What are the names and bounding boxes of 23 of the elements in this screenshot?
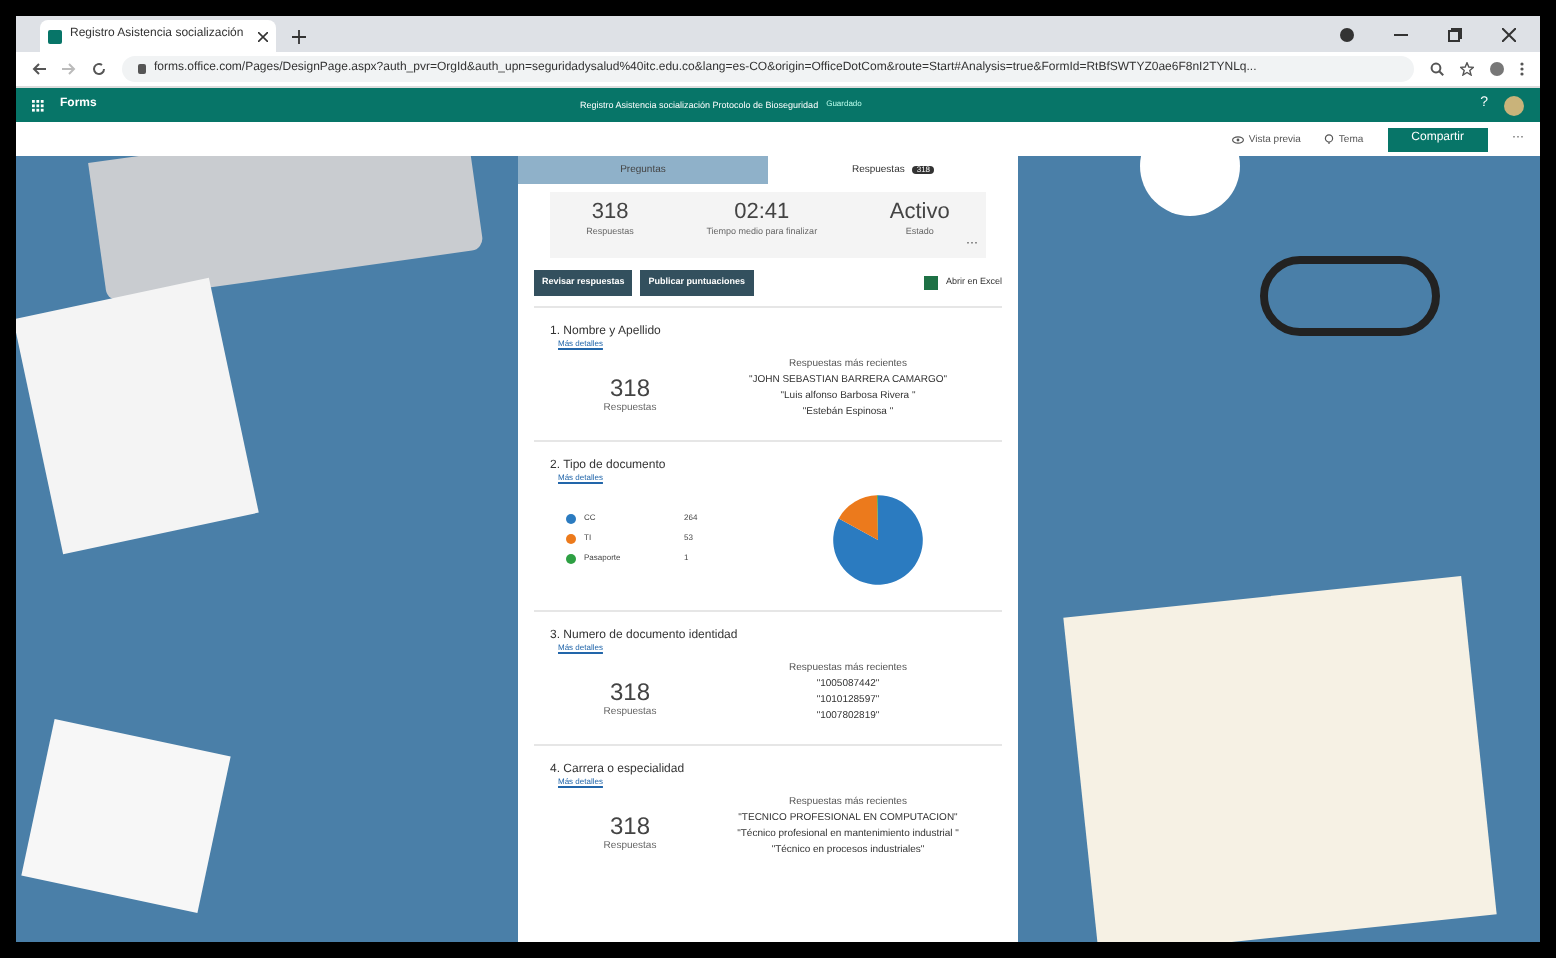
excel-icon xyxy=(923,275,938,290)
star-icon[interactable] xyxy=(1460,62,1474,76)
response-count: 318 xyxy=(609,677,651,706)
summary-value: 02:41 xyxy=(734,200,790,227)
search-icon[interactable] xyxy=(1430,62,1444,76)
avatar-icon[interactable] xyxy=(1504,95,1524,115)
profile-icon[interactable] xyxy=(1340,28,1354,42)
app-launcher-icon[interactable] xyxy=(32,99,44,111)
account-icon[interactable] xyxy=(1490,62,1504,76)
lock-icon xyxy=(138,64,146,74)
restore-icon[interactable] xyxy=(1448,28,1462,42)
summary-value: Activo xyxy=(889,200,950,227)
forms-logo-icon xyxy=(48,29,62,43)
eye-icon xyxy=(1232,135,1245,143)
reload-icon[interactable] xyxy=(92,62,106,76)
summary-value: 318 xyxy=(591,200,629,227)
new-tab-icon[interactable] xyxy=(292,30,306,44)
close-icon[interactable] xyxy=(258,31,268,41)
back-icon[interactable] xyxy=(32,62,46,76)
bulb-icon xyxy=(1324,134,1335,144)
close-icon[interactable] xyxy=(1502,28,1516,42)
response-count: 318 xyxy=(609,373,651,402)
response-count: 318 xyxy=(609,811,651,840)
